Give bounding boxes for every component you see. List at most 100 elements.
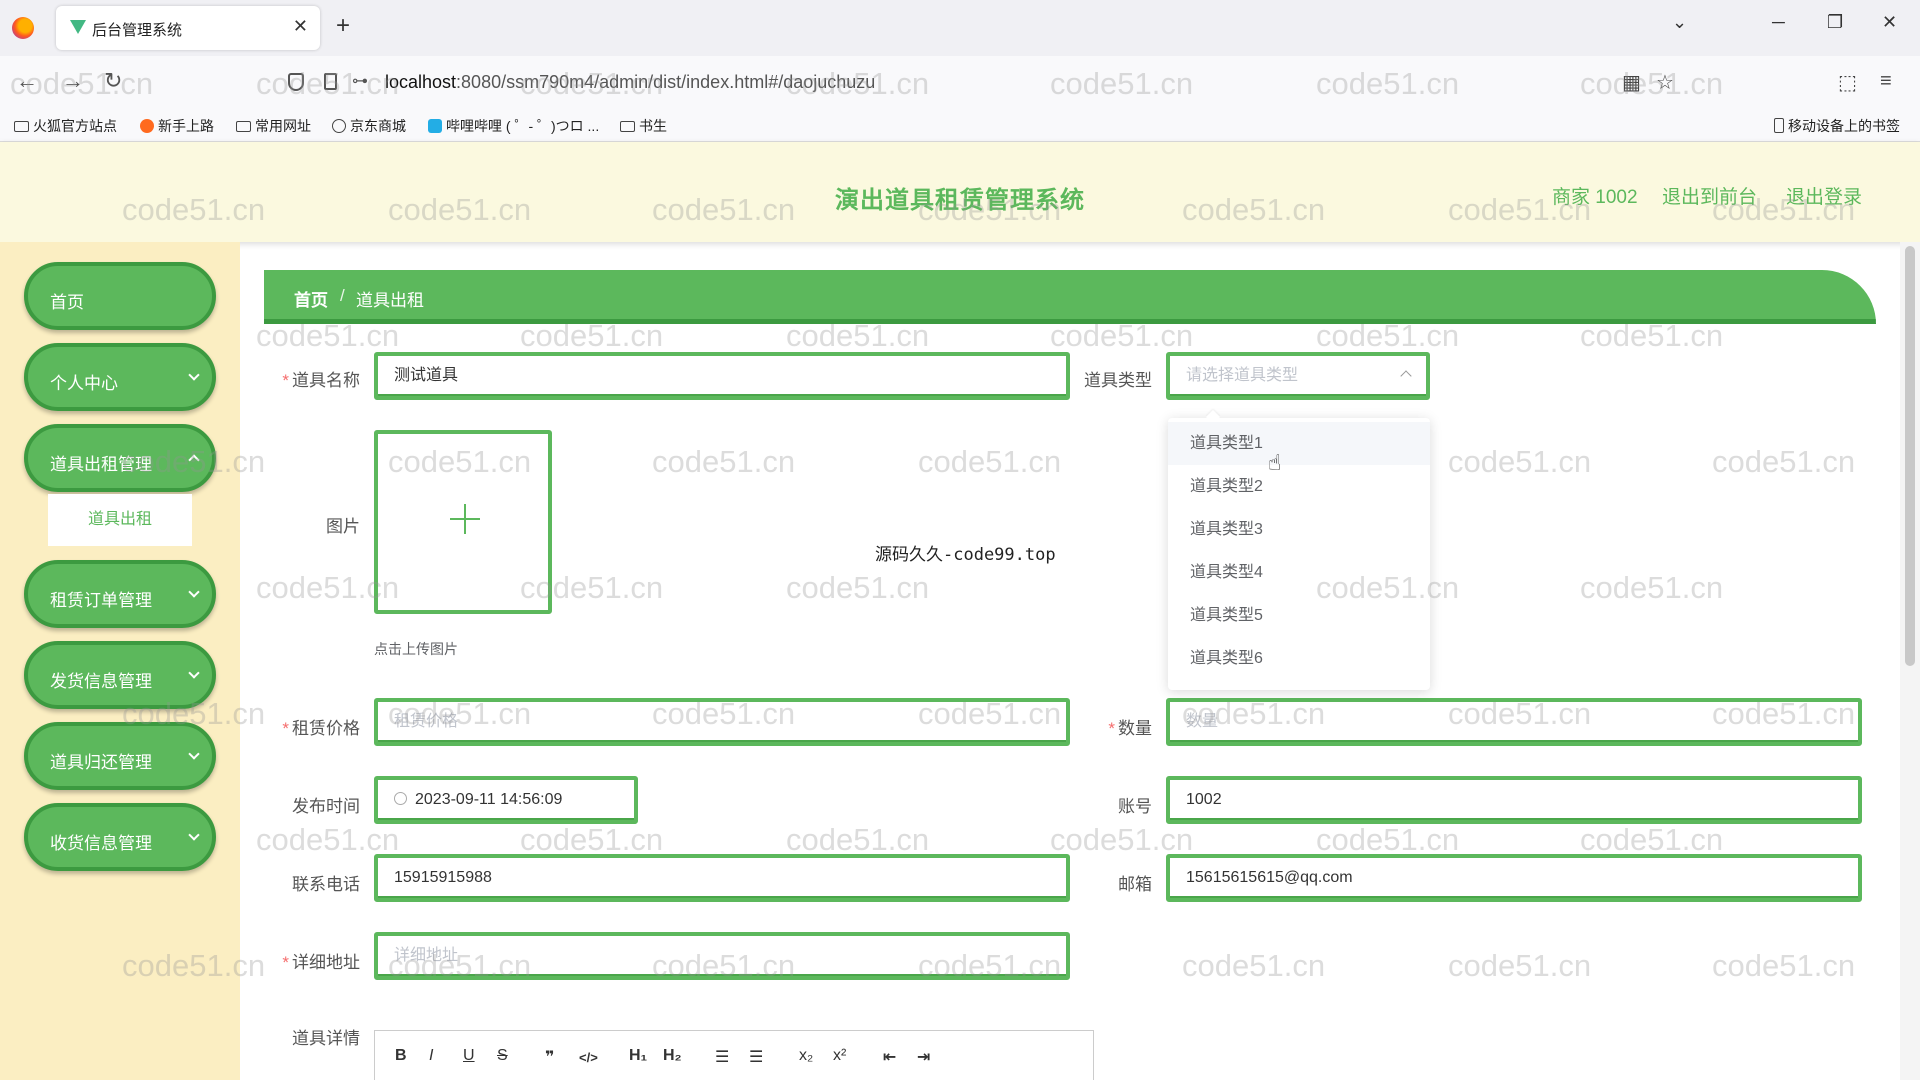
url-text[interactable]: localhost:8080/ssm790m4/admin/dist/index… bbox=[385, 72, 875, 93]
prop-type-select[interactable]: 请选择道具类型 bbox=[1166, 352, 1430, 400]
app-header: 演出道具租赁管理系统 商家 1002 退出到前台 退出登录 bbox=[0, 142, 1920, 242]
bookmark-item[interactable]: 火狐官方站点 bbox=[14, 116, 117, 136]
address-label: * 详细地址 bbox=[282, 953, 360, 972]
chevron-down-icon bbox=[188, 829, 200, 841]
publish-time-input[interactable]: 2023-09-11 14:56:09 bbox=[374, 776, 638, 824]
sidebar-item-receiving[interactable]: 收货信息管理 bbox=[24, 803, 216, 871]
plus-icon bbox=[450, 504, 480, 534]
overlay-text: 源码久久-code99.top bbox=[875, 545, 1056, 565]
watermark: code51.cn bbox=[918, 444, 1062, 479]
superscript-icon[interactable]: x² bbox=[833, 1047, 846, 1065]
breadcrumb-separator: / bbox=[340, 286, 345, 305]
menu-icon[interactable]: ≡ bbox=[1880, 70, 1892, 93]
bullet-list-icon[interactable]: ☰ bbox=[749, 1047, 763, 1067]
prop-name-input[interactable]: 测试道具 bbox=[374, 352, 1070, 400]
watermark: code51.cn bbox=[1448, 444, 1592, 479]
breadcrumb-current: 道具出租 bbox=[356, 291, 424, 310]
heading1-icon[interactable]: H₁ bbox=[629, 1047, 647, 1065]
chevron-up-icon bbox=[1400, 370, 1412, 382]
dropdown-option[interactable]: 道具类型2 bbox=[1168, 465, 1430, 508]
sidebar-item-orders[interactable]: 租赁订单管理 bbox=[24, 560, 216, 628]
price-label: * 租赁价格 bbox=[282, 719, 360, 738]
underline-icon[interactable]: U bbox=[463, 1047, 475, 1065]
back-icon[interactable]: ← bbox=[16, 68, 38, 94]
sidebar-item-home[interactable]: 首页 bbox=[24, 262, 216, 330]
bookmark-item[interactable]: 京东商城 bbox=[332, 116, 406, 136]
watermark: code51.cn bbox=[652, 444, 796, 479]
extensions-icon[interactable]: ⬚ bbox=[1838, 70, 1857, 95]
shield-icon[interactable] bbox=[288, 73, 304, 91]
permissions-icon[interactable]: ⊶ bbox=[352, 71, 368, 91]
exit-to-front-link[interactable]: 退出到前台 bbox=[1662, 182, 1757, 209]
price-input[interactable]: 租赁价格 bbox=[374, 698, 1070, 746]
subscript-icon[interactable]: x₂ bbox=[799, 1047, 813, 1065]
upload-hint: 点击上传图片 bbox=[374, 641, 458, 657]
indent-icon[interactable]: ⇥ bbox=[917, 1047, 930, 1067]
close-window-icon[interactable]: ✕ bbox=[1882, 12, 1897, 33]
qr-code-icon[interactable]: ▦ bbox=[1622, 70, 1641, 95]
ordered-list-icon[interactable]: ☰ bbox=[715, 1047, 729, 1067]
dropdown-option[interactable]: 道具类型5 bbox=[1168, 594, 1430, 637]
close-tab-icon[interactable]: ✕ bbox=[293, 16, 308, 37]
quote-icon[interactable]: ❞ bbox=[545, 1047, 554, 1067]
firefox-logo-icon bbox=[12, 17, 34, 39]
forward-icon[interactable]: → bbox=[62, 68, 84, 94]
sidebar-item-returns[interactable]: 道具归还管理 bbox=[24, 722, 216, 790]
page-info-icon[interactable] bbox=[324, 73, 337, 90]
dropdown-option[interactable]: 道具类型4 bbox=[1168, 551, 1430, 594]
bookmark-star-icon[interactable]: ☆ bbox=[1656, 70, 1674, 95]
reload-icon[interactable]: ↻ bbox=[104, 68, 122, 94]
address-input[interactable]: 详细地址 bbox=[374, 932, 1070, 980]
url-bar[interactable]: ⊶ localhost:8080/ssm790m4/admin/dist/ind… bbox=[276, 64, 1686, 100]
folder-icon bbox=[236, 121, 251, 132]
email-label: 邮箱 bbox=[1118, 875, 1152, 894]
minimize-icon[interactable]: ─ bbox=[1772, 12, 1785, 33]
strike-icon[interactable]: S bbox=[497, 1047, 508, 1065]
image-label: 图片 bbox=[326, 517, 360, 536]
tab-list-chevron-icon[interactable]: ⌄ bbox=[1672, 12, 1687, 33]
logout-link[interactable]: 退出登录 bbox=[1786, 182, 1862, 209]
sidebar-item-personal-center[interactable]: 个人中心 bbox=[24, 343, 216, 411]
folder-icon bbox=[14, 121, 29, 132]
breadcrumb-home[interactable]: 首页 bbox=[294, 286, 328, 311]
bilibili-icon bbox=[428, 119, 442, 133]
image-uploader[interactable] bbox=[374, 430, 552, 614]
mobile-bookmarks[interactable]: 移动设备上的书签 bbox=[1774, 116, 1900, 136]
dropdown-option[interactable]: 道具类型3 bbox=[1168, 508, 1430, 551]
chevron-down-icon bbox=[188, 586, 200, 598]
sidebar-item-prop-rental[interactable]: 道具出租管理 bbox=[24, 424, 216, 492]
new-tab-icon[interactable]: + bbox=[336, 12, 350, 40]
restore-icon[interactable]: ❐ bbox=[1827, 12, 1843, 33]
code-icon[interactable]: </> bbox=[579, 1050, 598, 1065]
chevron-down-icon bbox=[188, 667, 200, 679]
outdent-icon[interactable]: ⇤ bbox=[883, 1047, 896, 1067]
dropdown-option[interactable]: 道具类型6 bbox=[1168, 637, 1430, 680]
account-input[interactable]: 1002 bbox=[1166, 776, 1862, 824]
bold-icon[interactable]: B bbox=[395, 1047, 407, 1065]
bookmark-item[interactable]: 常用网址 bbox=[236, 116, 311, 136]
quantity-input[interactable]: 数量 bbox=[1166, 698, 1862, 746]
sidebar-item-shipping[interactable]: 发货信息管理 bbox=[24, 641, 216, 709]
folder-icon bbox=[620, 121, 635, 132]
watermark: code51.cn bbox=[1580, 570, 1724, 605]
heading2-icon[interactable]: H₂ bbox=[663, 1047, 682, 1065]
dropdown-option[interactable]: 道具类型1 bbox=[1168, 422, 1430, 465]
detail-label: 道具详情 bbox=[292, 1029, 360, 1048]
chevron-down-icon bbox=[188, 748, 200, 760]
bookmark-item[interactable]: 哔哩哔哩 ( ゜- ゜)つロ ... bbox=[428, 116, 599, 136]
bookmark-item[interactable]: 新手上路 bbox=[140, 116, 214, 136]
phone-input[interactable]: 15915915988 bbox=[374, 854, 1070, 902]
current-user: 商家 1002 bbox=[1552, 187, 1638, 208]
watermark: code51.cn bbox=[1316, 822, 1460, 857]
scroll-thumb[interactable] bbox=[1905, 246, 1915, 666]
sidebar-subitem-prop-rent[interactable]: 道具出租 bbox=[48, 494, 192, 546]
bookmark-item[interactable]: 书生 bbox=[620, 116, 667, 136]
page-scrollbar[interactable] bbox=[1900, 242, 1920, 1080]
rich-text-editor[interactable]: B I U S ❞ </> H₁ H₂ ☰ ☰ x₂ x² ⇤ ⇥ bbox=[374, 1030, 1094, 1080]
vue-favicon-icon bbox=[70, 20, 86, 34]
email-input[interactable]: 15615615615@qq.com bbox=[1166, 854, 1862, 902]
italic-icon[interactable]: I bbox=[429, 1047, 433, 1065]
watermark: code51.cn bbox=[786, 570, 930, 605]
mobile-icon bbox=[1774, 118, 1784, 133]
browser-tab[interactable]: 后台管理系统 ✕ bbox=[56, 6, 320, 50]
